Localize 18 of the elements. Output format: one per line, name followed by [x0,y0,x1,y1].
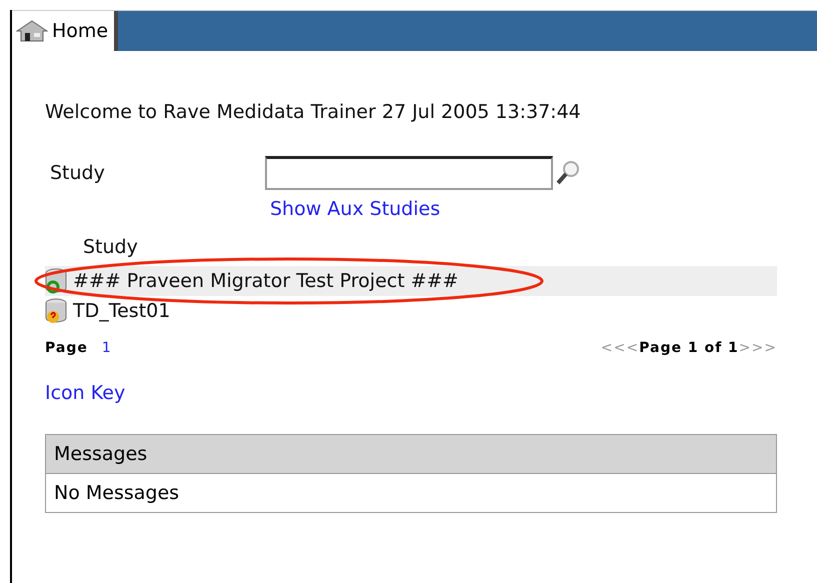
icon-key-link[interactable]: Icon Key [45,382,126,404]
house-icon [16,20,48,42]
search-icon[interactable] [555,160,581,186]
welcome-text: Welcome to Rave Medidata Trainer 27 Jul 2005 13:37:44 [45,101,582,123]
study-label: Study [49,162,106,184]
study-row[interactable]: ### Praveen Migrator Test Project ### [45,266,777,296]
messages-header: Messages [46,435,776,474]
home-tab[interactable]: Home [12,11,118,51]
page-label: Page [45,340,88,356]
study-name: ### Praveen Migrator Test Project ### [73,270,458,292]
pagination-summary: <<<Page 1 of 1>>> [600,340,777,356]
messages-text: No Messages [53,481,180,506]
show-aux-studies-link[interactable]: Show Aux Studies [270,198,440,220]
study-name: TD_Test01 [73,300,170,322]
page-link[interactable]: 1 [102,340,112,356]
study-column-header: Study [83,236,139,258]
study-search-field[interactable] [265,156,553,190]
study-row[interactable]: TD_Test01 [45,296,777,326]
